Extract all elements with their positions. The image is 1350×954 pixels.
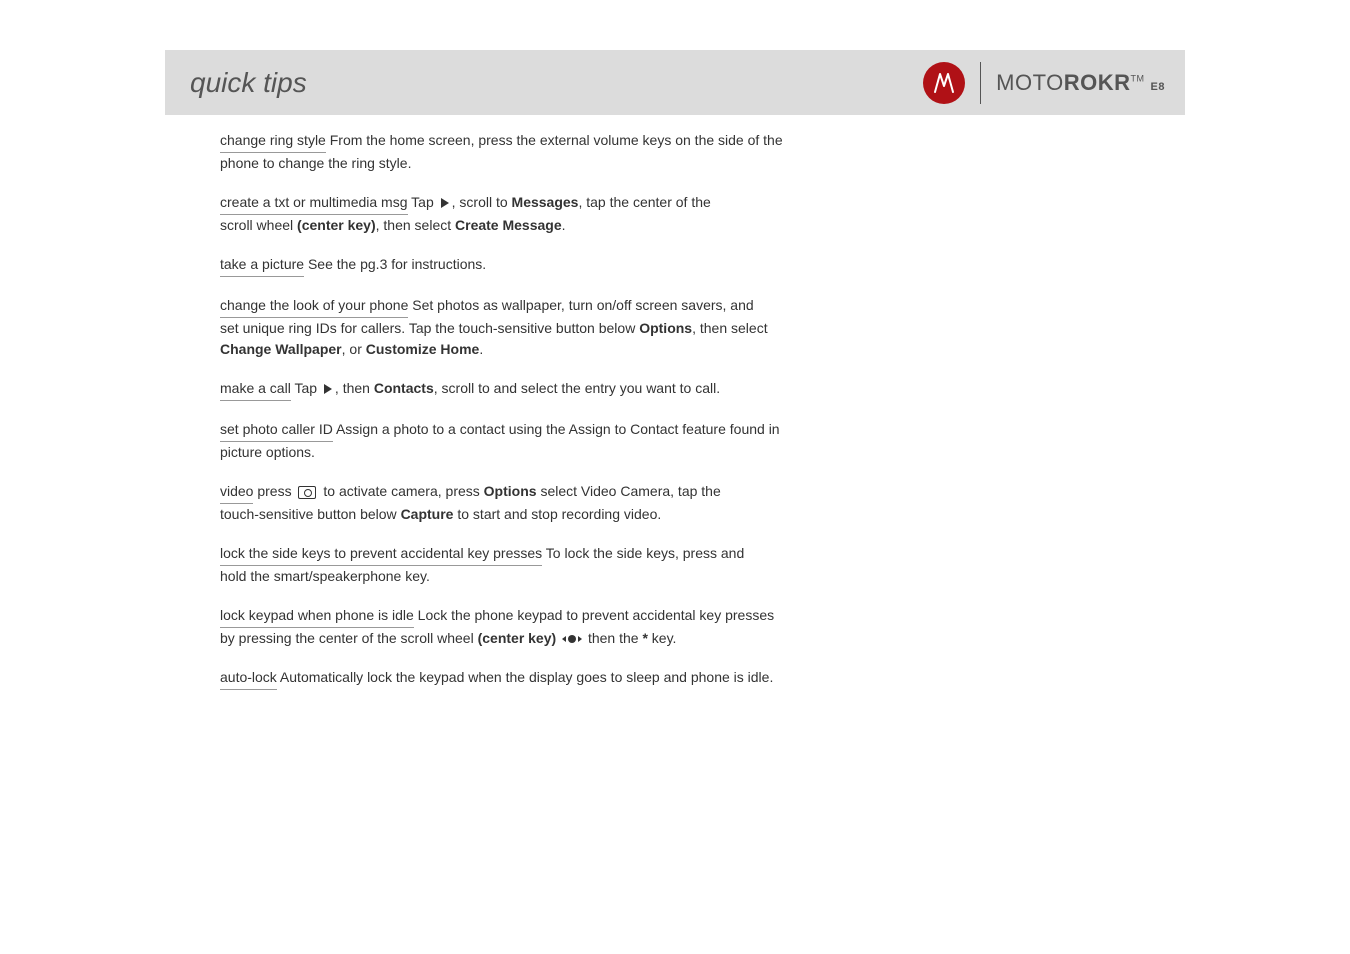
tip-text: Lock the phone keypad to prevent acciden… bbox=[414, 607, 774, 623]
tip-lock-keypad: lock keypad when phone is idle Lock the … bbox=[220, 605, 940, 649]
tip-text: touch-sensitive button below bbox=[220, 506, 401, 522]
tip-change-ring-style: change ring style From the home screen, … bbox=[220, 130, 940, 174]
tip-text: . bbox=[479, 341, 483, 357]
product-prefix: MOTO bbox=[996, 70, 1064, 95]
tip-text: to activate camera, press bbox=[319, 483, 483, 499]
tip-text: select Video Camera, tap the bbox=[537, 483, 721, 499]
tip-label: make a call bbox=[220, 378, 291, 401]
tip-text: , scroll to bbox=[452, 194, 512, 210]
tip-text: Assign a photo to a contact using the As… bbox=[333, 421, 780, 437]
content-area: change ring style From the home screen, … bbox=[220, 130, 940, 708]
tip-text bbox=[556, 630, 560, 646]
tip-text: picture options. bbox=[220, 444, 315, 460]
tip-bold: Messages bbox=[512, 194, 579, 210]
tip-text: set unique ring IDs for callers. Tap the… bbox=[220, 320, 639, 336]
play-icon bbox=[441, 198, 449, 208]
tip-text: , then select bbox=[692, 320, 768, 336]
tip-bold: Customize Home bbox=[366, 341, 480, 357]
tip-make-call: make a call Tap , then Contacts, scroll … bbox=[220, 378, 940, 401]
tip-create-msg: create a txt or multimedia msg Tap , scr… bbox=[220, 192, 940, 236]
tip-video: video press to activate camera, press Op… bbox=[220, 481, 940, 525]
header-band: quick tips MOTOROKRTM E8 bbox=[165, 50, 1185, 115]
tip-text: , scroll to and select the entry you wan… bbox=[434, 380, 720, 396]
tip-text: See the pg.3 for instructions. bbox=[304, 256, 486, 272]
tip-photo-caller-id: set photo caller ID Assign a photo to a … bbox=[220, 419, 940, 463]
header-right: MOTOROKRTM E8 bbox=[923, 62, 1165, 104]
tip-label: change ring style bbox=[220, 130, 326, 153]
camera-icon bbox=[298, 486, 316, 499]
tip-label: lock the side keys to prevent accidental… bbox=[220, 543, 542, 566]
tip-text: . bbox=[562, 217, 566, 233]
tip-label: take a picture bbox=[220, 254, 304, 277]
tip-text: then the bbox=[584, 630, 642, 646]
tip-text: Tap bbox=[291, 380, 321, 396]
tip-text: to start and stop recording video. bbox=[453, 506, 661, 522]
tip-bold: (center key) bbox=[478, 630, 557, 646]
tip-text: by pressing the center of the scroll whe… bbox=[220, 630, 478, 646]
tip-bold: (center key) bbox=[297, 217, 376, 233]
tip-bold: Change Wallpaper bbox=[220, 341, 342, 357]
tip-label: video bbox=[220, 481, 253, 504]
tip-text: , tap the center of the bbox=[578, 194, 710, 210]
product-suffix: E8 bbox=[1151, 81, 1165, 93]
tip-text: From the home screen, press the external… bbox=[326, 132, 783, 148]
tip-bold: Create Message bbox=[455, 217, 562, 233]
tip-text: Tap bbox=[408, 194, 438, 210]
tip-text: , or bbox=[342, 341, 366, 357]
tip-label: set photo caller ID bbox=[220, 419, 333, 442]
center-key-icon bbox=[562, 635, 582, 643]
tip-label: auto-lock bbox=[220, 667, 277, 690]
tip-change-look: change the look of your phone Set photos… bbox=[220, 295, 940, 360]
tip-text: Automatically lock the keypad when the d… bbox=[277, 669, 774, 685]
tip-bold: Options bbox=[639, 320, 692, 336]
tip-text: To lock the side keys, press and bbox=[542, 545, 744, 561]
tip-text: , then select bbox=[376, 217, 455, 233]
tip-text: press bbox=[253, 483, 295, 499]
tip-text: hold the smart/speakerphone key. bbox=[220, 568, 430, 584]
tip-label: change the look of your phone bbox=[220, 295, 408, 318]
tip-auto-lock: auto-lock Automatically lock the keypad … bbox=[220, 667, 940, 690]
vertical-divider bbox=[980, 62, 981, 104]
tip-lock-side-keys: lock the side keys to prevent accidental… bbox=[220, 543, 940, 587]
tip-label: lock keypad when phone is idle bbox=[220, 605, 414, 628]
tip-text: scroll wheel bbox=[220, 217, 297, 233]
play-icon bbox=[324, 384, 332, 394]
product-name: MOTOROKRTM E8 bbox=[996, 70, 1165, 96]
tip-bold: Contacts bbox=[374, 380, 434, 396]
product-main: ROKR bbox=[1064, 70, 1131, 95]
tip-label: create a txt or multimedia msg bbox=[220, 192, 408, 215]
tip-bold: Options bbox=[484, 483, 537, 499]
tip-text: Set photos as wallpaper, turn on/off scr… bbox=[408, 297, 753, 313]
tip-text: phone to change the ring style. bbox=[220, 155, 411, 171]
tip-text: key. bbox=[648, 630, 677, 646]
tip-bold: Capture bbox=[401, 506, 454, 522]
page-title: quick tips bbox=[190, 67, 307, 99]
trademark-symbol: TM bbox=[1131, 73, 1145, 83]
motorola-logo-icon bbox=[923, 62, 965, 104]
tip-text: , then bbox=[335, 380, 374, 396]
tip-take-picture: take a picture See the pg.3 for instruct… bbox=[220, 254, 940, 277]
